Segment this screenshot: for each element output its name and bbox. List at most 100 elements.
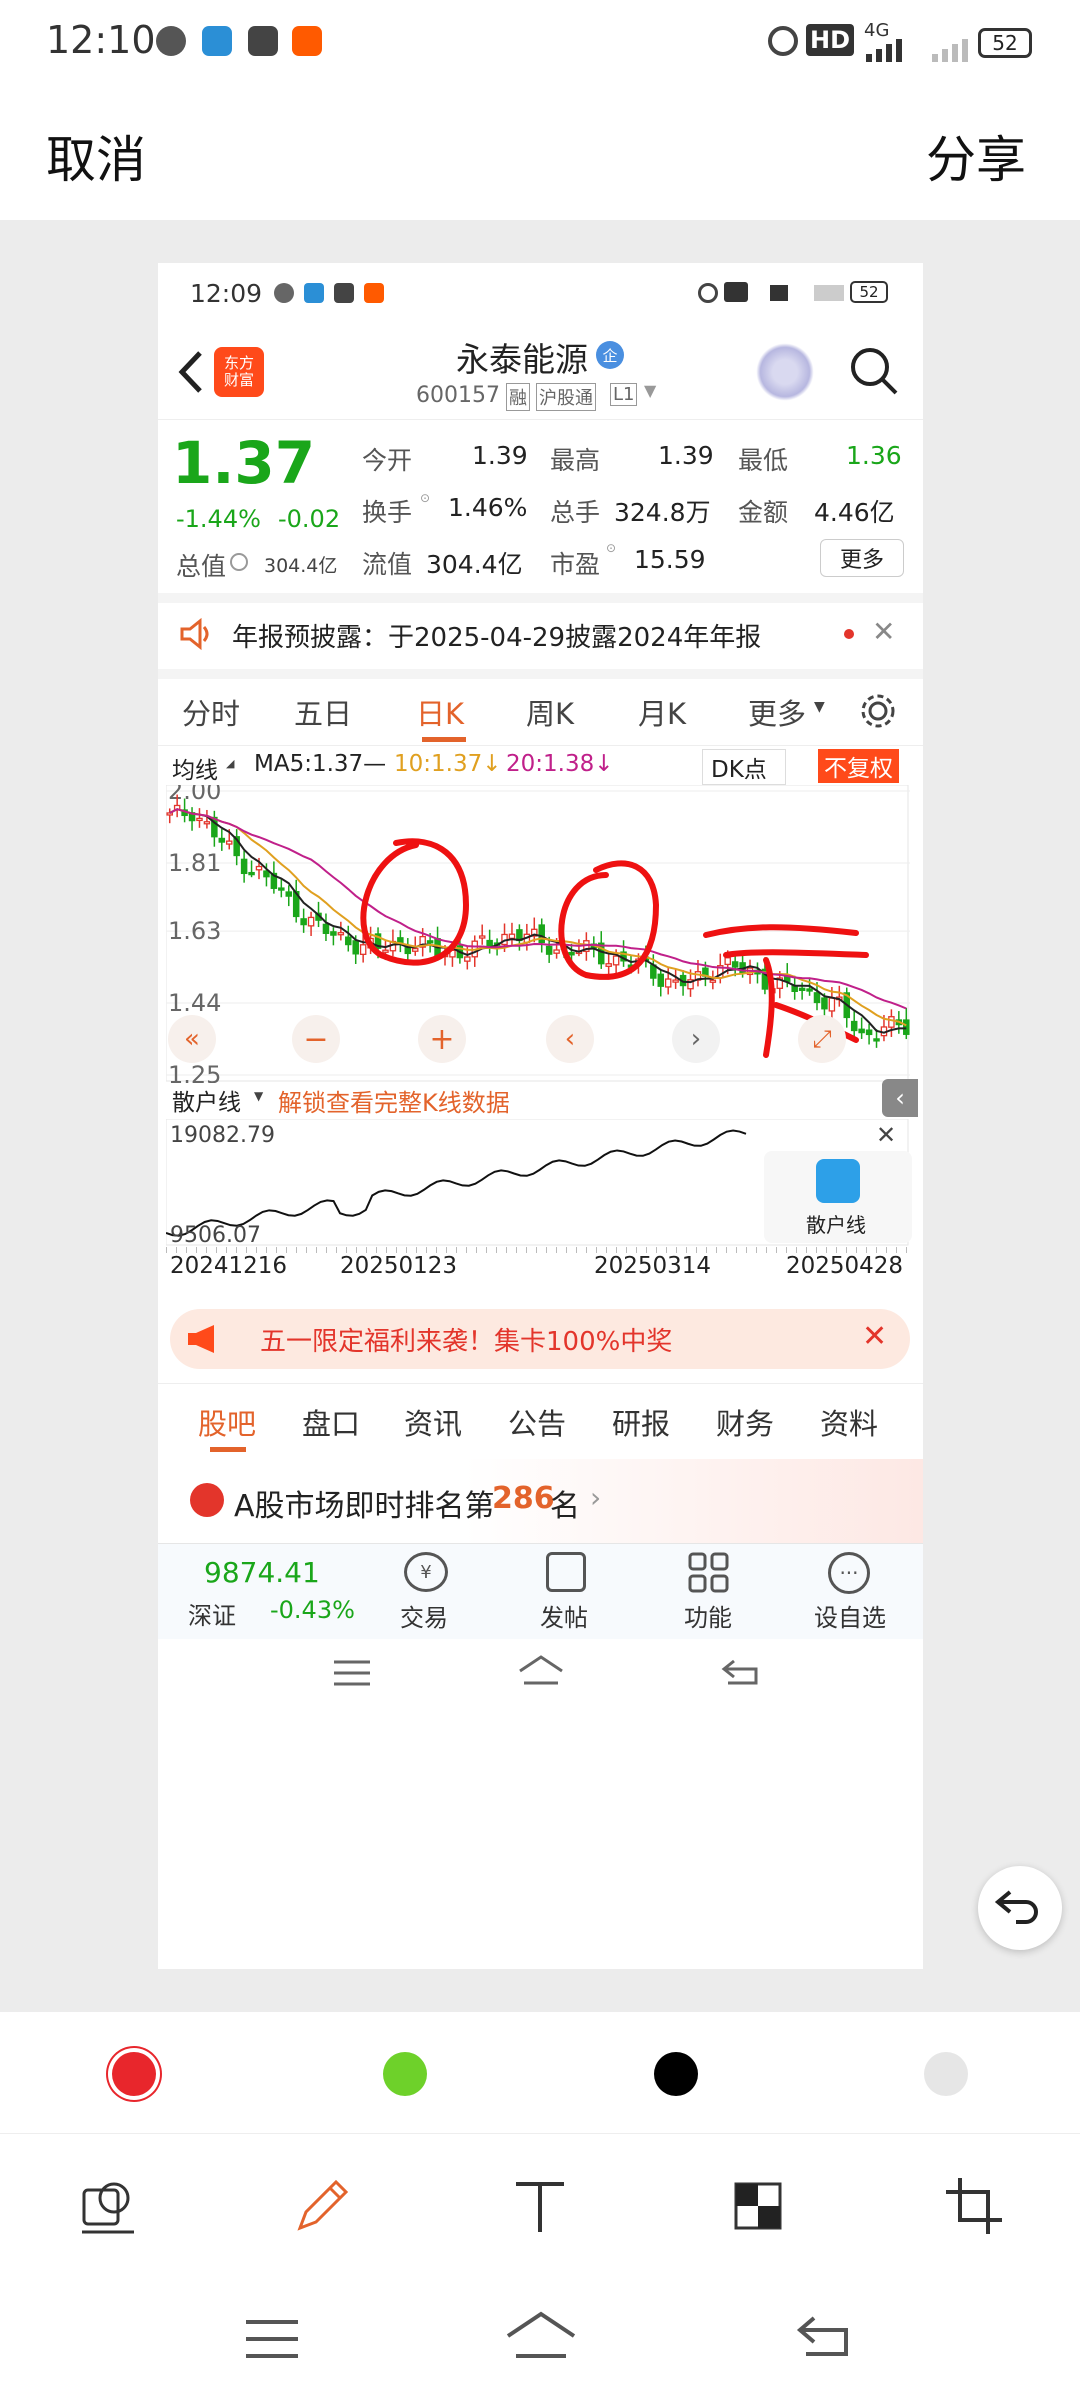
ma10-label: 10:1.37↓ [394,751,502,777]
tab-news[interactable]: 资讯 [404,1401,462,1443]
grid-icon[interactable] [688,1552,730,1594]
candle [888,1016,895,1028]
promo-banner[interactable]: 五一限定福利来袭！集卡100%中奖 ✕ [170,1309,910,1369]
tab-weekly-k[interactable]: 周K [526,691,574,733]
signal-icon [866,39,902,62]
gear-icon[interactable] [858,691,898,731]
y-tick-label: 1.44 [168,989,221,1017]
tab-more[interactable]: 更多 [748,691,806,733]
trade-icon[interactable]: ¥ [404,1552,448,1592]
index-value[interactable]: 9874.41 [204,1556,320,1589]
back-nav-icon [721,1659,758,1685]
back-icon[interactable] [176,349,206,395]
tab-finance[interactable]: 财务 [716,1401,774,1443]
tab-research[interactable]: 研报 [612,1401,670,1443]
candle [873,1038,880,1042]
collapse-icon[interactable]: ‹ [882,1079,918,1117]
layers-icon[interactable] [78,2176,138,2236]
home-icon[interactable] [504,2310,578,2362]
candle [345,936,352,946]
mosaic-icon[interactable] [728,2176,788,2236]
undo-button[interactable] [978,1866,1062,1950]
menu-icon[interactable] [244,2318,300,2360]
share-button[interactable]: 分享 [926,120,1026,192]
total-value: 304.4亿 [264,555,338,577]
tab-monthly-k[interactable]: 月K [638,691,686,733]
tab-forum[interactable]: 股吧 [198,1401,256,1443]
pencil-icon[interactable] [292,2176,352,2236]
close-icon[interactable]: ✕ [872,615,895,648]
adjust-toggle[interactable]: 不复权 [818,749,899,783]
ma-selector[interactable]: 均线 [172,751,218,785]
retail-line-badge[interactable]: 散户线 [764,1151,912,1243]
chevron-left-icon[interactable]: ‹ [546,1015,594,1063]
hd-icon [724,282,748,302]
post-icon[interactable] [546,1552,586,1592]
color-black[interactable] [654,2052,698,2096]
more-button[interactable]: 更多 [820,539,904,577]
tab-announcements[interactable]: 公告 [508,1401,566,1443]
back-nav-icon[interactable] [796,2314,852,2360]
candle [657,973,665,987]
cancel-button[interactable]: 取消 [46,120,146,192]
candle [307,916,315,927]
taobao-icon [292,26,322,56]
tab-five-day[interactable]: 五日 [294,691,352,733]
metric-amount-value: 4.46亿 [814,498,895,527]
post-button[interactable]: 发帖 [540,1598,588,1633]
zoom-out-icon[interactable]: − [292,1015,340,1063]
last-price: 1.37 [172,429,316,497]
index-name[interactable]: 深证 [188,1596,236,1631]
color-green[interactable] [383,2052,427,2096]
candle [850,1020,858,1032]
text-icon[interactable] [510,2176,570,2236]
signal-icon [770,285,800,301]
info-icon[interactable]: ⊙ [606,541,616,555]
crop-icon[interactable] [944,2176,1004,2236]
chevron-right-icon[interactable]: › [672,1015,720,1063]
candle [240,858,248,875]
zoom-in-icon[interactable]: + [418,1015,466,1063]
info-icon[interactable] [230,553,248,571]
index-change[interactable]: -0.43% [270,1596,355,1624]
subchart-selector[interactable]: 散户线 [172,1083,241,1117]
tab-profile[interactable]: 资料 [820,1401,878,1443]
tab-timeshare[interactable]: 分时 [182,691,240,733]
candle [724,957,731,966]
metric-amount-label: 金额 [738,498,789,527]
candle [538,924,545,944]
unlock-link[interactable]: 解锁查看完整K线数据 [278,1083,510,1118]
candle [426,940,434,944]
chevron-right-icon: › [590,1481,602,1514]
status-time: 12:10 [46,18,156,62]
tab-daily-k[interactable]: 日K [416,691,464,733]
search-icon[interactable] [848,345,900,397]
tab-orderbook[interactable]: 盘口 [302,1401,360,1443]
more-dots-icon[interactable]: ··· [828,1552,870,1594]
metric-high-value: 1.39 [658,441,714,470]
trade-button[interactable]: 交易 [400,1598,448,1633]
color-red[interactable] [112,2052,156,2096]
info-icon[interactable]: ⊙ [420,491,430,505]
functions-button[interactable]: 功能 [684,1598,732,1633]
watchlist-button[interactable]: 设自选 [814,1598,886,1633]
chevrons-left-icon[interactable]: « [168,1015,216,1063]
tab-underline [422,737,466,742]
close-icon[interactable]: ✕ [862,1319,887,1354]
candle [478,935,486,939]
color-white[interactable] [924,2052,968,2096]
candle [300,918,307,926]
fullscreen-icon[interactable]: ⤢ [798,1015,846,1063]
rank-banner[interactable]: A股市场即时排名第 286 名 › [158,1459,923,1543]
system-navbar [0,2274,1080,2408]
candle [806,988,813,992]
candle [865,1029,873,1036]
assistant-avatar[interactable] [756,343,814,401]
dk-selector[interactable]: DK点 [702,749,786,785]
promo-text: 五一限定福利来袭！集卡100%中奖 [260,1327,673,1357]
close-icon[interactable]: ✕ [876,1121,896,1149]
dropdown-icon[interactable]: ▼ [644,381,656,400]
notice-text[interactable]: 年报预披露：于2025-04-29披露2024年年报 [232,617,761,654]
more-button-label: 更多 [839,548,884,573]
candle [196,817,203,822]
